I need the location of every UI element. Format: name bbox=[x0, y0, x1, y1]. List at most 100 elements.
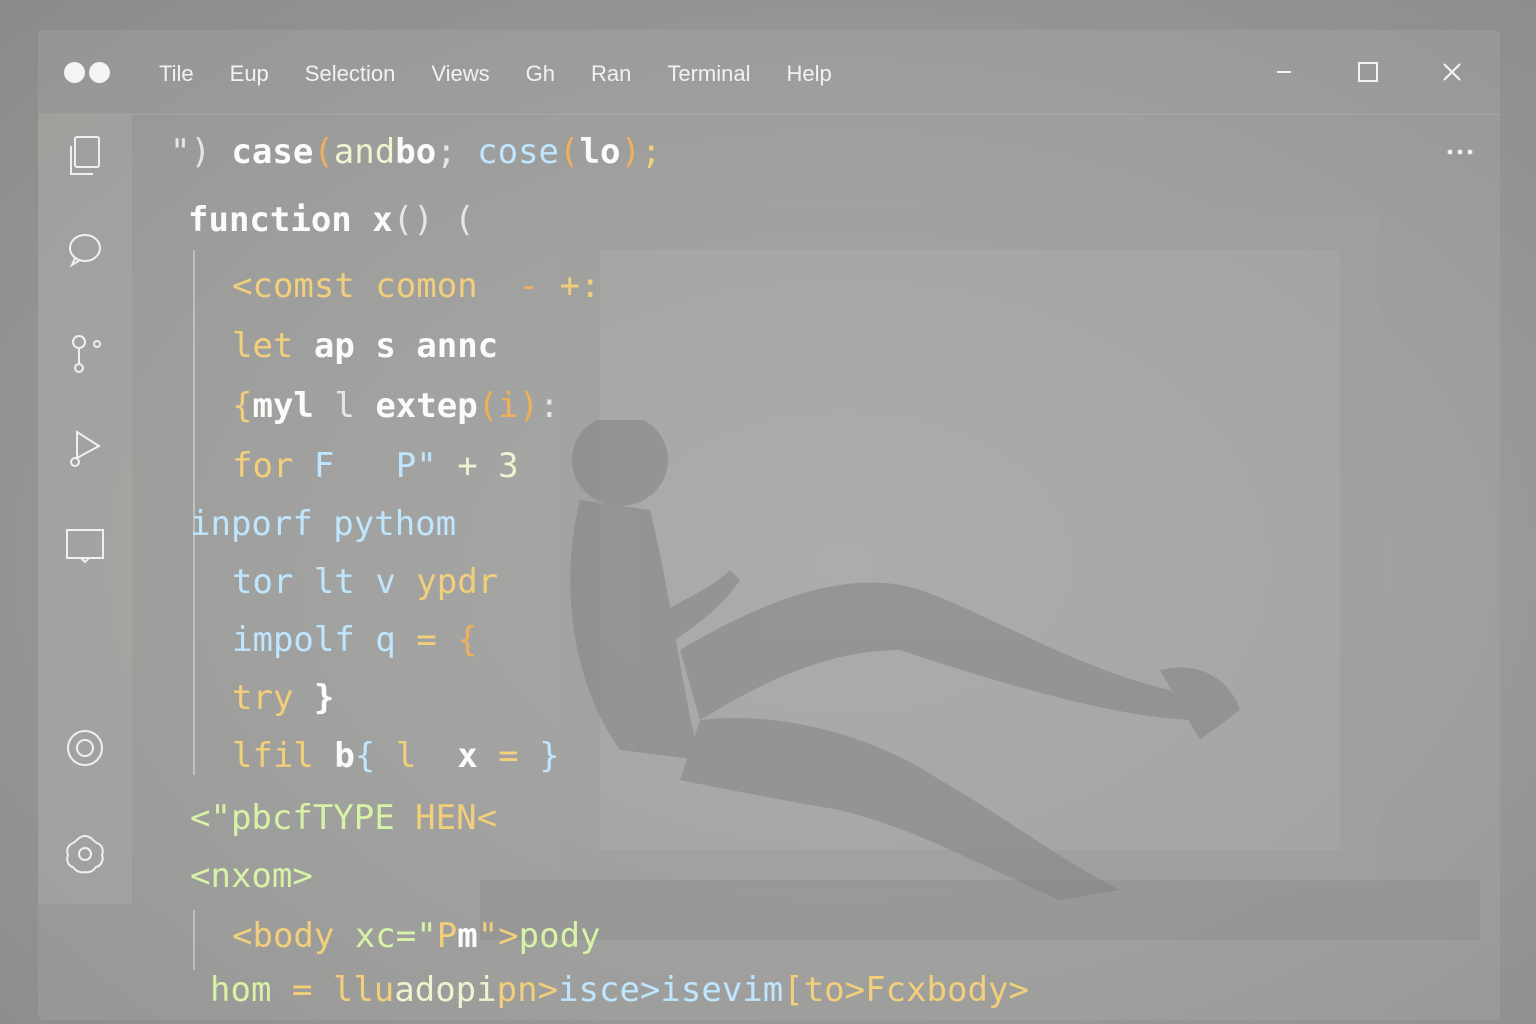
code-token: v bbox=[375, 562, 417, 602]
code-token: try bbox=[232, 678, 314, 718]
code-token: l bbox=[395, 736, 437, 776]
code-token: - bbox=[498, 266, 560, 306]
code-token: comon bbox=[375, 266, 499, 306]
minimize-button[interactable] bbox=[1266, 56, 1302, 88]
code-token: and bbox=[333, 132, 396, 172]
code-token: inporf bbox=[190, 504, 334, 544]
menu-edit[interactable]: Eup bbox=[230, 58, 269, 90]
code-token: <body bbox=[232, 916, 355, 956]
code-token: + bbox=[457, 446, 499, 486]
window-dots bbox=[64, 62, 110, 83]
code-line[interactable]: <nxom> bbox=[190, 854, 313, 898]
code-line[interactable]: for F P" + 3 bbox=[232, 444, 519, 488]
title-bar: Tile Eup Selection Views Gh Ran Terminal… bbox=[38, 30, 1500, 115]
code-token: 3 bbox=[498, 446, 519, 486]
extensions-icon[interactable] bbox=[63, 524, 107, 568]
code-token: F bbox=[313, 446, 396, 486]
code-token: <"pbcfTYPE bbox=[190, 798, 416, 838]
source-control-icon[interactable] bbox=[63, 332, 107, 376]
code-token: case bbox=[231, 132, 314, 172]
window-controls bbox=[1266, 56, 1470, 88]
window-dot-icon[interactable] bbox=[64, 62, 85, 83]
code-token: llu bbox=[332, 970, 395, 1010]
code-line[interactable]: hom = lluadopipn>isce>isevim[to>Fcxbody> bbox=[210, 968, 1029, 1012]
code-token: { bbox=[232, 386, 253, 426]
more-actions-icon[interactable] bbox=[1442, 140, 1478, 164]
code-token: impolf bbox=[232, 620, 376, 660]
code-token: q bbox=[375, 620, 417, 660]
code-token: "> bbox=[477, 916, 519, 956]
menu-file[interactable]: Tile bbox=[159, 58, 194, 90]
files-icon[interactable] bbox=[63, 134, 107, 178]
code-token: s bbox=[375, 326, 417, 366]
code-token: ) bbox=[620, 132, 641, 172]
code-line[interactable]: try } bbox=[232, 676, 334, 720]
code-token: Fcxbody> bbox=[865, 970, 1029, 1010]
code-token: { bbox=[457, 620, 478, 660]
code-token: : bbox=[539, 386, 560, 426]
code-line[interactable]: {myl l extep(i): bbox=[232, 384, 560, 428]
account-icon[interactable] bbox=[63, 726, 107, 770]
code-line[interactable]: impolf q = { bbox=[232, 618, 478, 662]
code-token: ; bbox=[640, 132, 662, 172]
code-line[interactable]: ") case(andbo; cose(lo); bbox=[170, 130, 661, 174]
code-token: ypdr bbox=[416, 562, 499, 602]
code-token: for bbox=[232, 446, 314, 486]
code-token: ( bbox=[559, 132, 580, 172]
code-token: = bbox=[291, 970, 333, 1010]
close-button[interactable] bbox=[1434, 56, 1470, 88]
run-debug-icon[interactable] bbox=[63, 426, 107, 470]
code-token: hom bbox=[210, 970, 292, 1010]
code-token: ") bbox=[170, 132, 232, 172]
code-line[interactable]: <body xc="Pm">pody bbox=[232, 914, 601, 958]
code-line[interactable]: let ap s annc bbox=[232, 324, 498, 368]
menu-help[interactable]: Help bbox=[786, 58, 831, 90]
code-token: } bbox=[313, 678, 335, 718]
code-token: annc bbox=[416, 326, 499, 366]
code-token: lfil bbox=[232, 736, 335, 776]
code-line[interactable]: function x() ( bbox=[188, 198, 475, 242]
code-token: isce> bbox=[558, 970, 661, 1010]
code-token: cose bbox=[477, 132, 560, 172]
code-token: pythom bbox=[333, 504, 457, 544]
code-token: +: bbox=[559, 266, 601, 306]
code-token: = bbox=[498, 736, 540, 776]
code-token: HEN< bbox=[415, 798, 498, 838]
settings-icon[interactable] bbox=[63, 832, 107, 876]
code-line[interactable]: <comst comon - +: bbox=[232, 264, 601, 308]
code-token: lo bbox=[579, 132, 621, 172]
code-token: ( bbox=[313, 132, 334, 172]
code-line[interactable]: lfil b{ l x = } bbox=[232, 734, 560, 778]
code-token: tor bbox=[232, 562, 314, 602]
code-token: let bbox=[232, 326, 314, 366]
code-token: isevim bbox=[660, 970, 784, 1010]
code-token: m bbox=[457, 916, 478, 956]
maximize-icon bbox=[1358, 62, 1378, 82]
maximize-button[interactable] bbox=[1350, 56, 1386, 88]
activity-bar bbox=[38, 114, 132, 904]
menu-run[interactable]: Ran bbox=[591, 58, 631, 90]
search-icon[interactable] bbox=[63, 228, 107, 272]
code-token: = bbox=[416, 620, 458, 660]
code-line[interactable]: inporf pythom bbox=[190, 502, 456, 546]
code-token: function bbox=[188, 200, 373, 240]
code-token: [to> bbox=[783, 970, 866, 1010]
menu-go[interactable]: Gh bbox=[526, 58, 555, 90]
menu-terminal[interactable]: Terminal bbox=[667, 58, 750, 90]
close-icon bbox=[1443, 63, 1461, 81]
code-token: bo bbox=[395, 132, 437, 172]
code-token: { bbox=[354, 736, 396, 776]
code-token: () ( bbox=[392, 200, 475, 240]
code-token: l bbox=[334, 386, 376, 426]
code-token: myl bbox=[252, 386, 335, 426]
window-dot-icon[interactable] bbox=[89, 62, 110, 83]
code-line[interactable]: tor lt v ypdr bbox=[232, 560, 498, 604]
code-token: <nxom> bbox=[190, 856, 313, 896]
menu-selection[interactable]: Selection bbox=[305, 58, 396, 90]
minimize-icon bbox=[1277, 71, 1291, 73]
code-token: x bbox=[372, 200, 393, 240]
code-token: (i) bbox=[477, 386, 540, 426]
menu-view[interactable]: Views bbox=[431, 58, 489, 90]
code-line[interactable]: <"pbcfTYPE HEN< bbox=[190, 796, 497, 840]
code-token: ap bbox=[313, 326, 376, 366]
